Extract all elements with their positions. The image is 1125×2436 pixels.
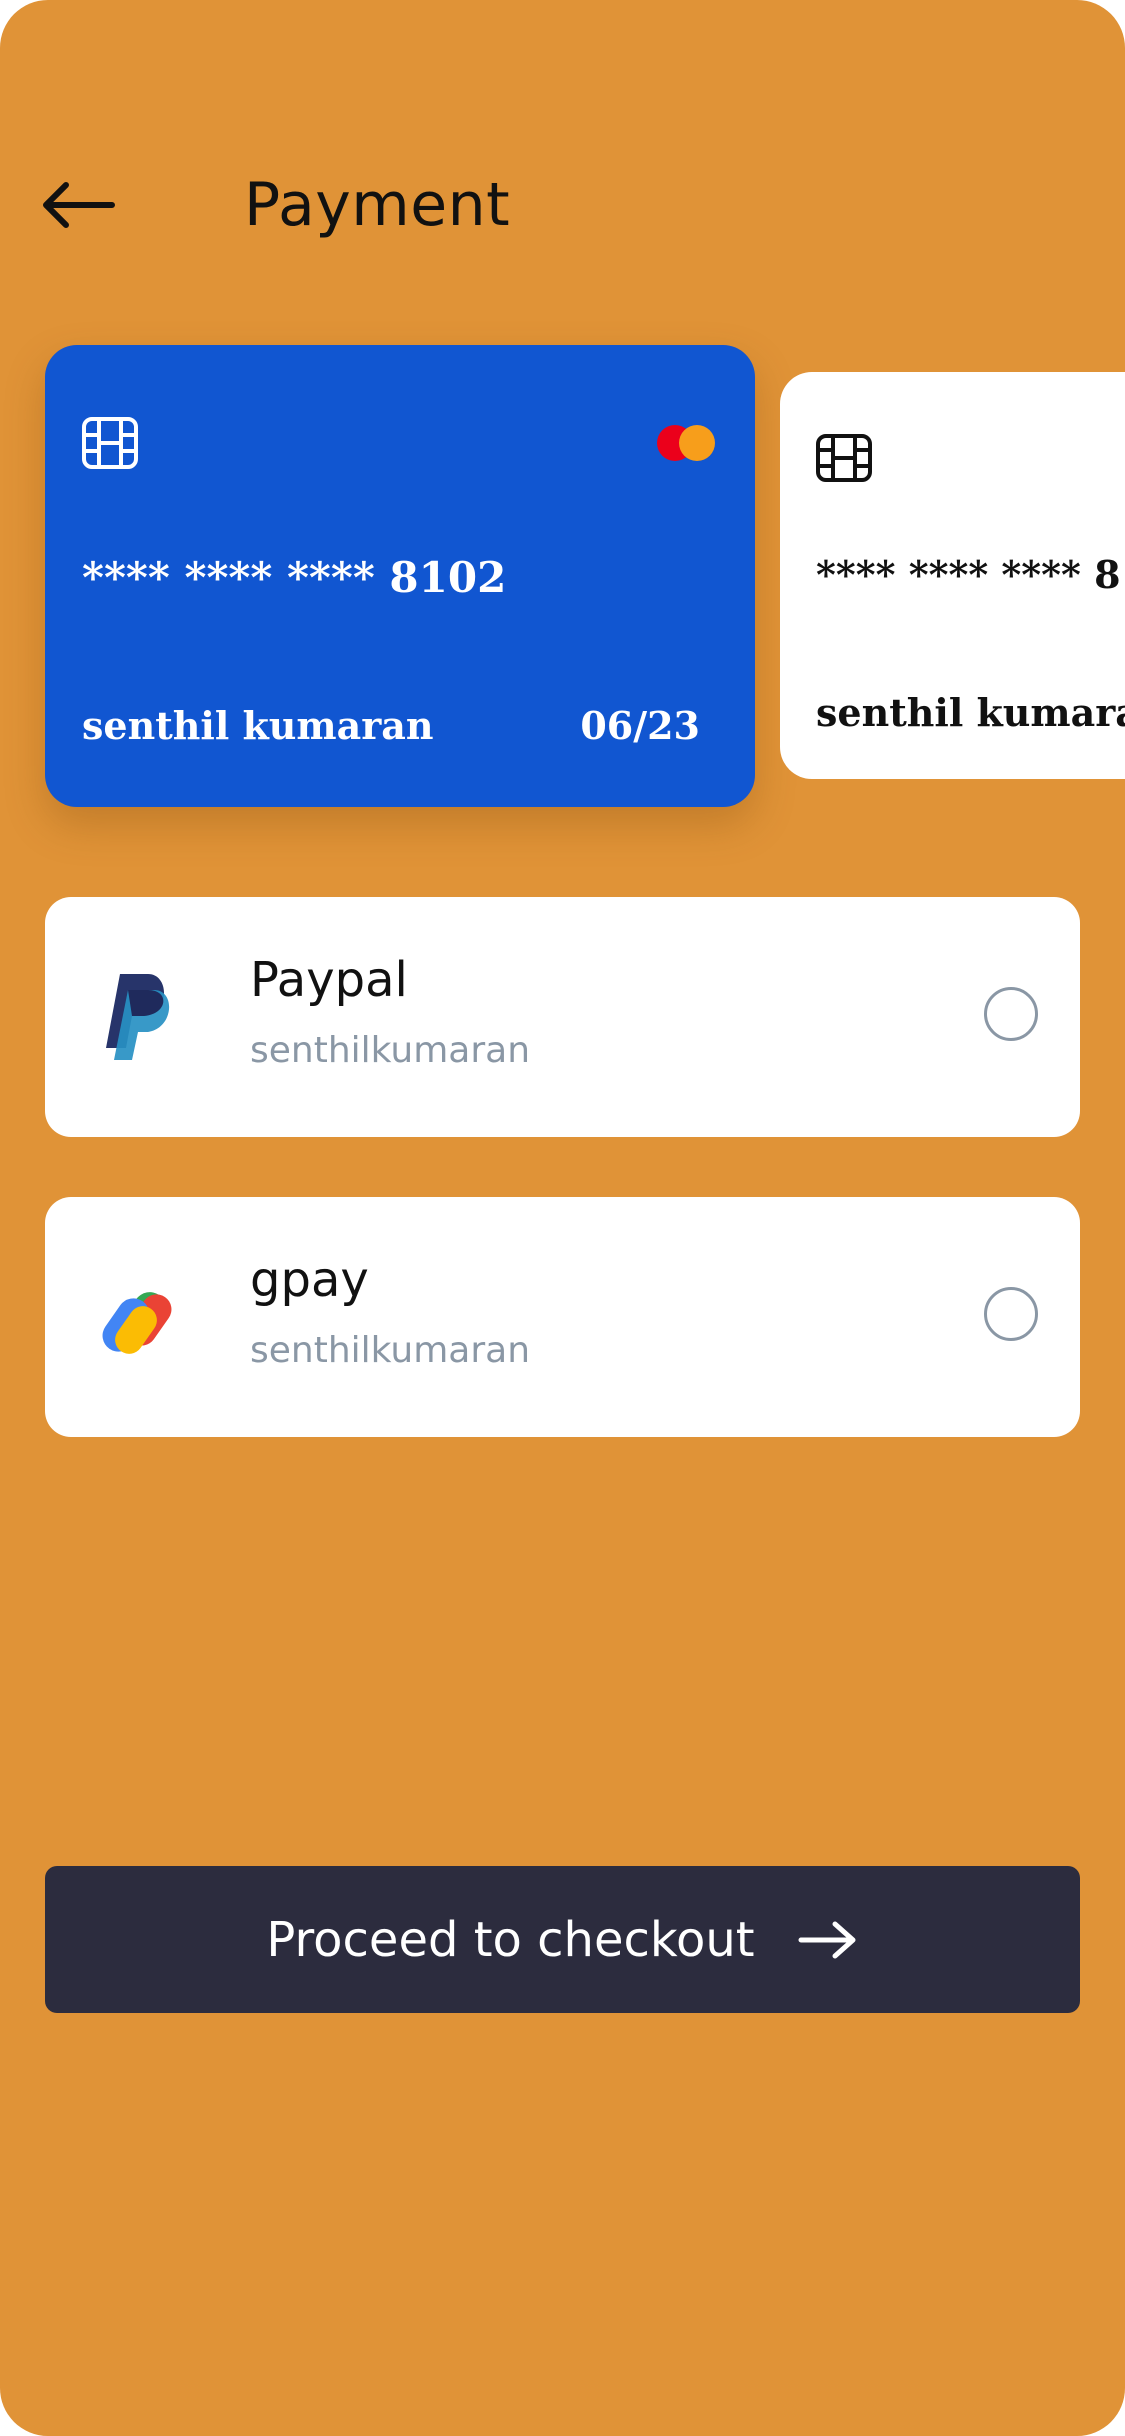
card-holder-name: senthil kumaran xyxy=(82,703,434,748)
radio-paypal[interactable] xyxy=(984,987,1038,1041)
method-account: senthilkumaran xyxy=(250,1030,531,1071)
radio-gpay[interactable] xyxy=(984,1287,1038,1341)
header-title-wrap: Payment xyxy=(162,165,510,245)
payment-method-paypal[interactable]: Paypal senthilkumaran xyxy=(45,897,1080,1137)
page-title: Payment xyxy=(244,170,511,240)
header xyxy=(40,165,120,245)
method-account: senthilkumaran xyxy=(250,1330,531,1371)
card-chip-icon xyxy=(816,434,872,482)
payment-method-gpay[interactable]: gpay senthilkumaran xyxy=(45,1197,1080,1437)
card-expiry: 06/23 xyxy=(580,703,700,748)
checkout-label: Proceed to checkout xyxy=(266,1911,755,1968)
credit-card-primary[interactable]: **** **** **** 8102 senthil kumaran 06/2… xyxy=(45,345,755,807)
paypal-logo-icon xyxy=(106,974,170,1060)
credit-card-secondary[interactable]: **** **** **** 81 senthil kumaran xyxy=(780,372,1125,779)
method-name: gpay xyxy=(250,1252,369,1308)
arrow-left-icon xyxy=(43,182,115,228)
mastercard-icon xyxy=(657,425,715,461)
method-name: Paypal xyxy=(250,952,408,1008)
proceed-to-checkout-button[interactable]: Proceed to checkout xyxy=(45,1866,1080,2013)
card-number: **** **** **** 81 xyxy=(816,552,1125,597)
payment-screen: Payment **** **** **** 8102 senthil kuma… xyxy=(0,0,1125,2436)
back-button[interactable] xyxy=(40,165,120,245)
card-holder-name: senthil kumaran xyxy=(816,690,1125,735)
arrow-right-icon xyxy=(798,1921,856,1958)
card-chip-icon xyxy=(82,417,138,469)
gpay-logo-icon xyxy=(102,1292,172,1354)
card-number: **** **** **** 8102 xyxy=(82,553,507,602)
